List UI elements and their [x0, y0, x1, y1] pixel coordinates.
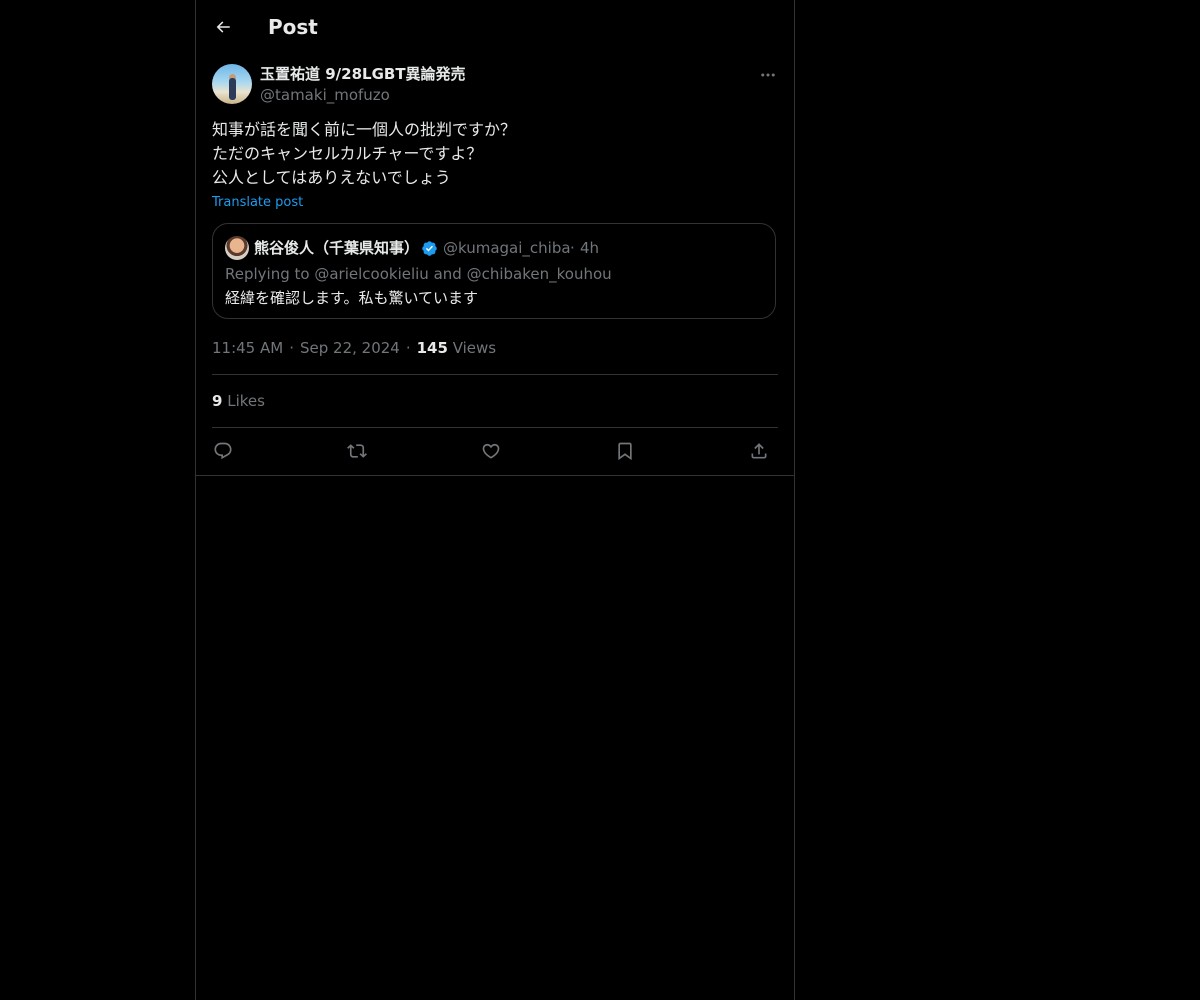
post-text-line: 公人としてはありえないでしょう: [212, 168, 451, 187]
bookmark-button[interactable]: [610, 436, 640, 466]
divider: [212, 374, 778, 375]
likes-count-link[interactable]: 9 Likes: [212, 391, 265, 411]
author-handle[interactable]: @tamaki_mofuzo: [260, 85, 390, 105]
reply-icon: [213, 441, 233, 461]
likes-label: Likes: [227, 392, 265, 410]
post-metadata: 11:45 AM · Sep 22, 2024 · 145 Views: [212, 338, 496, 358]
more-horizontal-icon: [759, 66, 777, 84]
divider: [212, 427, 778, 428]
share-button[interactable]: [744, 436, 774, 466]
meta-separator: ·: [289, 339, 294, 357]
views-label: Views: [452, 339, 497, 357]
post-text: 知事が話を聞く前に一個人の批判ですか？ ただのキャンセルカルチャーですよ？ 公人…: [212, 118, 778, 190]
main-column: Post 玉置祐道 9/28LGBT異論発売 @tamaki_mofuzo 知事…: [195, 0, 795, 1000]
replying-to-and: and: [433, 265, 462, 283]
arrow-left-icon: [214, 18, 232, 36]
views-count: 145: [416, 339, 448, 357]
repost-icon: [347, 441, 367, 461]
post-time[interactable]: 11:45 AM: [212, 339, 283, 357]
translate-post-link[interactable]: Translate post: [212, 193, 303, 213]
page-title: Post: [268, 15, 318, 39]
author-display-name[interactable]: 玉置祐道 9/28LGBT異論発売: [260, 64, 466, 84]
post-text-line: 知事が話を聞く前に一個人の批判ですか？: [212, 120, 517, 139]
quoted-timestamp: 4h: [580, 239, 600, 257]
heart-icon: [481, 441, 501, 461]
page-header: Post: [196, 0, 794, 54]
replying-to-prefix: Replying to: [225, 265, 310, 283]
author-avatar[interactable]: [212, 64, 252, 104]
quoted-author-avatar: [225, 236, 249, 260]
repost-button[interactable]: [342, 436, 372, 466]
reply-button[interactable]: [208, 436, 238, 466]
quoted-author-handle: @kumagai_chiba: [443, 239, 571, 257]
likes-count: 9: [212, 392, 223, 410]
quoted-post-text: 経緯を確認します。私も驚いています: [225, 289, 479, 307]
more-options-button[interactable]: [756, 64, 780, 86]
replying-to-user-1: @arielcookieliu: [314, 265, 429, 283]
divider: [196, 475, 794, 476]
post-text-line: ただのキャンセルカルチャーですよ？: [212, 144, 483, 163]
back-button[interactable]: [208, 12, 238, 42]
quoted-replying-to: Replying to @arielcookieliu and @chibake…: [225, 264, 612, 284]
share-icon: [749, 441, 769, 461]
quoted-author-display-name: 熊谷俊人（千葉県知事）: [254, 239, 420, 257]
post-actions-bar: [212, 436, 778, 466]
quoted-separator: ·: [570, 239, 575, 257]
replying-to-user-2: @chibaken_kouhou: [466, 265, 612, 283]
bookmark-icon: [615, 441, 635, 461]
meta-separator: ·: [405, 339, 411, 357]
verified-badge-icon: [421, 240, 438, 257]
post-date[interactable]: Sep 22, 2024: [300, 339, 400, 357]
quoted-post[interactable]: 熊谷俊人（千葉県知事） @kumagai_chiba · 4h Replying…: [212, 223, 776, 319]
like-button[interactable]: [476, 436, 506, 466]
